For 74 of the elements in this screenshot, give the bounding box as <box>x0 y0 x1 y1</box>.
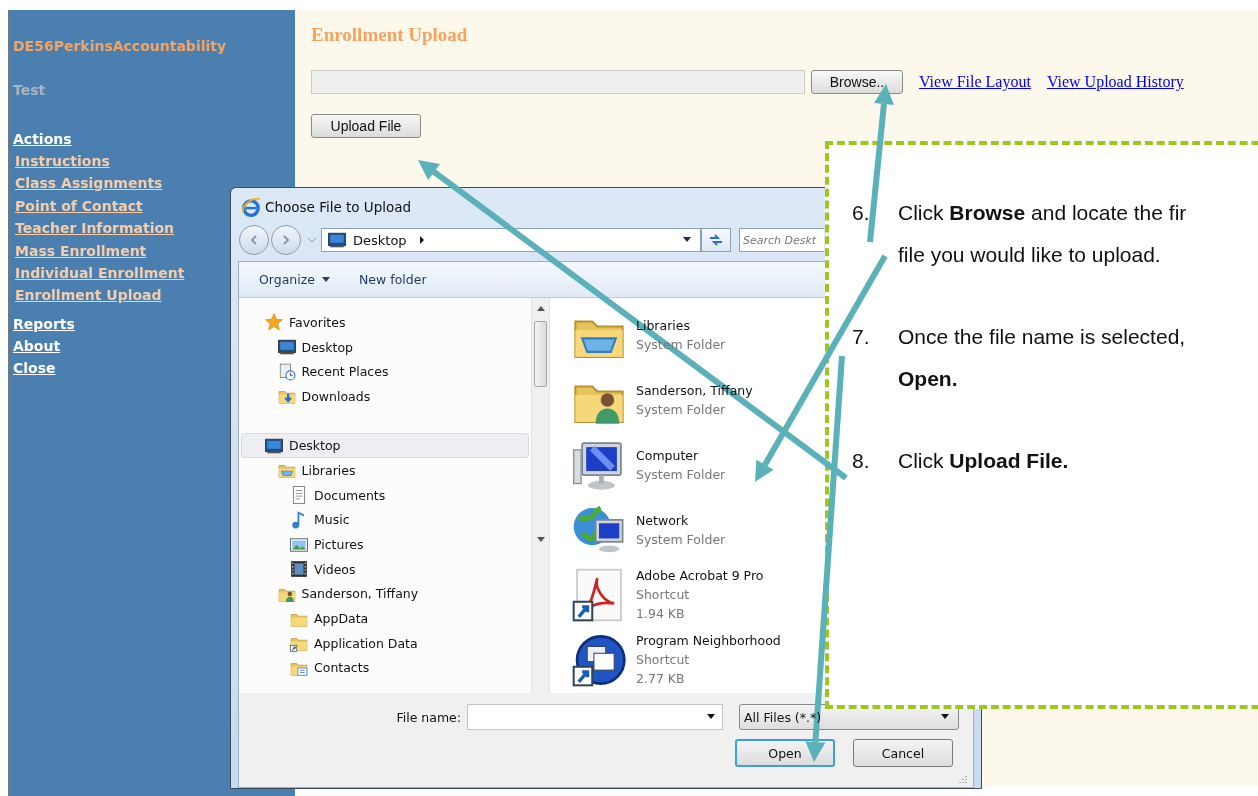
monitor-icon <box>265 436 283 455</box>
file-type: Shortcut <box>636 586 691 604</box>
monitor-icon <box>327 231 347 249</box>
file-name[interactable]: Network <box>636 510 726 530</box>
resize-grip-icon[interactable] <box>957 773 967 783</box>
picture-icon <box>290 535 308 554</box>
toolbar-button[interactable]: Organize <box>249 268 341 291</box>
file-name[interactable]: Adobe Acrobat 9 Pro <box>636 566 764 585</box>
link[interactable]: View Upload History <box>1046 73 1184 91</box>
app-subtitle: Test <box>13 82 47 98</box>
monitor-icon <box>277 338 296 357</box>
folder-tree-item[interactable]: Desktop <box>241 433 529 459</box>
document-icon <box>290 486 308 505</box>
address-text: Desktop <box>353 232 407 248</box>
page-heading: Enrollment Upload <box>311 24 469 46</box>
toolbar-button[interactable]: New folder <box>349 268 437 291</box>
chevron-icon[interactable] <box>418 235 425 245</box>
folder-tree-item[interactable]: Contacts <box>241 655 529 681</box>
dialog-title: Choose File to Upload <box>265 198 412 215</box>
app-shortcut-icon[interactable] <box>572 632 626 687</box>
star-icon <box>265 313 283 332</box>
clock-document-icon <box>277 362 296 381</box>
upload-file-button[interactable]: Upload File <box>311 114 421 138</box>
folder-tree-item[interactable]: AppData <box>241 606 529 631</box>
address-bar[interactable]: Desktop <box>321 228 701 252</box>
menu-heading-link[interactable]: Actions <box>13 128 72 150</box>
menu-heading-link[interactable]: Reports <box>13 312 75 335</box>
folder-tree-item[interactable]: Application Data <box>241 630 529 656</box>
file-name-field[interactable] <box>467 704 723 730</box>
folder-tree-item[interactable]: Music <box>241 507 529 533</box>
browser-icon <box>241 196 261 217</box>
folder-tree-item[interactable]: Libraries <box>241 458 529 483</box>
browse-button[interactable]: Browse.. <box>811 70 903 94</box>
folder-tree-item[interactable]: Downloads <box>241 384 529 409</box>
folder-tree-item[interactable]: Pictures <box>241 532 529 557</box>
folder-tree-item[interactable]: Recent Places <box>241 359 529 385</box>
refresh-button[interactable] <box>701 228 731 252</box>
folder-tree-item[interactable]: Documents <box>241 482 529 508</box>
file-path-field[interactable] <box>311 70 805 94</box>
scroll-thumb[interactable] <box>534 321 547 387</box>
file-type: System Folder <box>636 530 726 549</box>
folder-tree-item[interactable]: Videos <box>241 556 529 582</box>
scrollbar[interactable] <box>531 298 549 693</box>
folder-tree-item[interactable]: Desktop <box>241 334 529 360</box>
search-field[interactable]: Search Deskt <box>739 228 824 252</box>
caret-icon[interactable] <box>706 714 716 720</box>
menu-heading-link[interactable]: About <box>13 334 61 357</box>
file-name[interactable]: Computer <box>636 445 726 465</box>
file-size: 1.94 KB <box>636 605 686 623</box>
dialog-button[interactable]: Cancel <box>853 739 953 767</box>
scroll-up-icon[interactable] <box>536 306 545 311</box>
dialog-button[interactable]: Open <box>735 739 835 767</box>
caret-icon <box>321 276 331 283</box>
caret-icon[interactable] <box>940 714 950 720</box>
file-type: Shortcut <box>636 651 691 669</box>
menu-heading-link[interactable]: Close <box>13 356 56 379</box>
file-type: System Folder <box>636 400 727 419</box>
file-name[interactable]: Program Neighborhood <box>636 631 781 650</box>
step-number: 8. <box>852 448 871 474</box>
folder-tree-item[interactable]: Sanderson, Tiffany <box>241 581 529 607</box>
caret-icon[interactable] <box>682 237 692 243</box>
step-text: Click Upload File. <box>898 448 1069 474</box>
link[interactable]: View File Layout <box>919 73 1031 91</box>
step-number: 6. <box>852 200 871 226</box>
step-text: Once the file name is selected, Open. <box>898 324 1186 392</box>
folder-tree-item[interactable]: Favorites <box>241 310 529 335</box>
file-size: 2.77 KB <box>636 670 686 688</box>
film-icon <box>290 560 308 579</box>
step-number: 7. <box>852 324 871 350</box>
file-name-label: File name: <box>395 709 461 725</box>
app-title: DE56PerkinsAccountability <box>13 38 228 54</box>
refresh-icon <box>708 233 724 247</box>
file-type: System Folder <box>636 465 726 484</box>
step-text: Click Browse and locate the fir file you would like to upload. <box>898 200 1187 268</box>
